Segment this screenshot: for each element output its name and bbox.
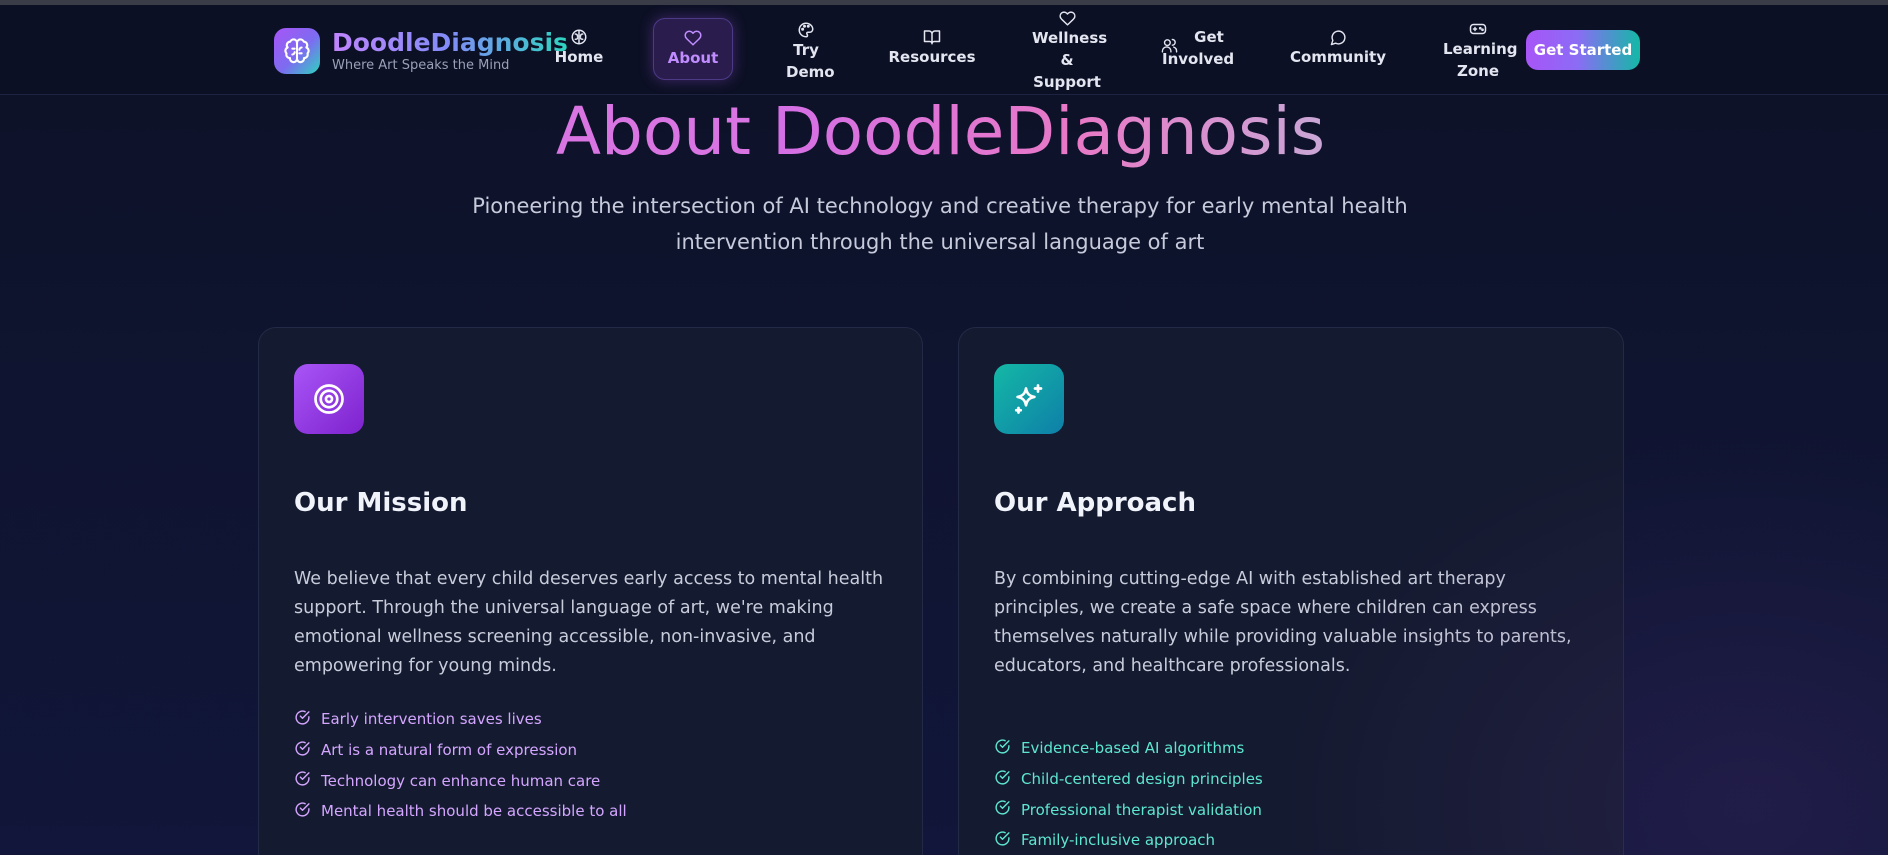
list-item-text: Family-inclusive approach	[1021, 831, 1216, 850]
nav-community-label: Community	[1289, 47, 1387, 66]
check-circle-icon	[294, 709, 311, 730]
list-item: Early intervention saves lives	[294, 704, 627, 735]
list-item: Evidence-based AI algorithms	[994, 733, 1263, 764]
mission-title: Our Mission	[294, 488, 468, 518]
gamepad-icon	[1469, 20, 1487, 38]
mission-points: Early intervention saves lives Art is a …	[294, 704, 627, 827]
approach-title: Our Approach	[994, 488, 1196, 518]
sparkles-icon	[994, 364, 1064, 434]
navbar: DoodleDiagnosis Where Art Speaks the Min…	[0, 5, 1888, 95]
users-icon	[1161, 37, 1178, 54]
list-item-text: Professional therapist validation	[1021, 800, 1262, 819]
nav-about-label: About	[667, 49, 719, 67]
nav-about[interactable]: About	[653, 18, 733, 80]
page-title: About DoodleDiagnosis	[0, 96, 1881, 168]
target-icon	[294, 364, 364, 434]
list-item: Mental health should be accessible to al…	[294, 796, 627, 827]
check-circle-icon	[294, 770, 311, 791]
list-item: Technology can enhance human care	[294, 765, 627, 796]
list-item-text: Technology can enhance human care	[321, 771, 601, 790]
nav-resources[interactable]: Resources	[888, 19, 976, 77]
list-item: Professional therapist validation	[994, 794, 1263, 825]
nav-resources-label: Resources	[888, 48, 976, 66]
page-title-prefix: About	[555, 93, 751, 170]
mission-card: Our Mission We believe that every child …	[258, 327, 923, 855]
mission-text: We believe that every child deserves ear…	[294, 569, 884, 676]
nav-learning-zone[interactable]: Learning Zone	[1440, 17, 1518, 85]
heart-icon	[1058, 10, 1076, 27]
chat-icon	[1330, 29, 1347, 46]
check-circle-icon	[294, 801, 311, 822]
nav-wellness-support[interactable]: Wellness & Support	[1026, 8, 1108, 94]
brand-tagline: Where Art Speaks the Mind	[332, 58, 510, 73]
list-item-text: Early intervention saves lives	[321, 710, 542, 729]
check-circle-icon	[994, 799, 1011, 820]
nav-community[interactable]: Community	[1289, 19, 1387, 77]
list-item-text: Child-centered design principles	[1021, 770, 1263, 789]
palette-icon	[797, 21, 815, 39]
nav-try-demo[interactable]: Try Demo	[778, 19, 835, 85]
brain-icon	[570, 28, 588, 46]
nav-wellness-support-label: Wellness & Support	[1032, 28, 1108, 91]
heart-icon	[684, 29, 702, 47]
list-item-text: Art is a natural form of expression	[321, 741, 578, 760]
brain-icon	[274, 28, 320, 74]
nav-get-involved[interactable]: Get Involved	[1160, 19, 1234, 77]
nav-try-demo-label: Try Demo	[786, 41, 835, 81]
check-circle-icon	[994, 830, 1011, 851]
list-item-text: Evidence-based AI algorithms	[1021, 739, 1245, 758]
approach-card: Our Approach By combining cutting-edge A…	[958, 327, 1624, 855]
approach-text: By combining cutting-edge AI with establ…	[994, 569, 1572, 676]
nav-home[interactable]: Home	[552, 19, 606, 77]
page-subtitle: Pioneering the intersection of AI techno…	[472, 194, 1408, 254]
page-title-highlight: DoodleDiagnosis	[771, 93, 1326, 170]
brand-name: DoodleDiagnosis	[332, 28, 568, 57]
book-icon	[923, 28, 941, 46]
nav-learning-zone-label: Learning Zone	[1443, 40, 1518, 80]
check-circle-icon	[994, 769, 1011, 790]
list-item-text: Mental health should be accessible to al…	[321, 802, 627, 821]
list-item: Art is a natural form of expression	[294, 735, 627, 766]
check-circle-icon	[994, 738, 1011, 759]
get-started-button[interactable]: Get Started	[1526, 30, 1640, 70]
brand-link[interactable]: DoodleDiagnosis Where Art Speaks the Min…	[274, 28, 568, 74]
nav-home-label: Home	[554, 48, 604, 66]
check-circle-icon	[294, 740, 311, 761]
approach-points: Evidence-based AI algorithms Child-cente…	[994, 733, 1263, 855]
list-item: Child-centered design principles	[994, 764, 1263, 795]
list-item: Family-inclusive approach	[994, 825, 1263, 855]
